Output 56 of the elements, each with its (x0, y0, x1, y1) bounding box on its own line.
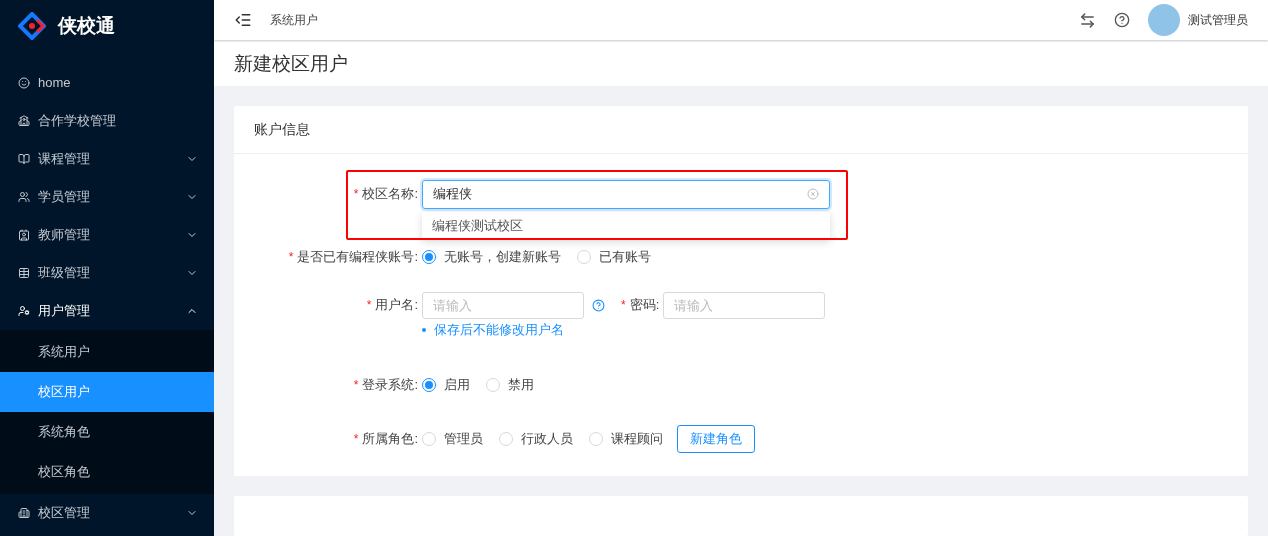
sidebar-item[interactable]: 教师管理 (0, 216, 214, 254)
user-avatar[interactable] (1148, 4, 1180, 37)
field-label: 是否已有编程侠账号: (297, 248, 418, 267)
people-icon (18, 191, 30, 203)
school-icon (18, 115, 30, 127)
submenu-item[interactable]: 校区角色 (0, 452, 214, 492)
help-icon[interactable] (592, 298, 605, 312)
smile-icon (18, 77, 30, 89)
book-icon (18, 153, 30, 165)
required-mark: * (353, 377, 359, 394)
radio-option[interactable]: 管理员 (422, 429, 483, 449)
logo-icon (18, 12, 46, 40)
table-icon (18, 267, 30, 279)
required-mark: * (288, 249, 294, 266)
field-label: 用户名: (375, 296, 418, 315)
field-label: 登录系统: (362, 376, 418, 395)
sidebar-item[interactable]: 班级管理 (0, 254, 214, 292)
required-mark: * (621, 297, 626, 314)
sidebar-item[interactable]: 用户管理 (0, 292, 214, 330)
required-mark: * (366, 297, 372, 314)
clear-icon[interactable] (807, 188, 819, 200)
radio-option[interactable]: 启用 (422, 375, 470, 395)
sidebar-item[interactable]: 合作学校管理 (0, 102, 214, 140)
sidebar-item[interactable]: 校区管理 (0, 494, 214, 532)
password-field[interactable]: 请输入 (663, 291, 826, 319)
radio-option[interactable]: 已有账号 (577, 247, 651, 267)
submenu-item[interactable]: 系统角色 (0, 412, 214, 452)
radio-option[interactable]: 禁用 (486, 375, 534, 395)
suggestion-item[interactable]: 编程侠测试校区 (422, 212, 830, 240)
radio-button[interactable] (422, 250, 436, 264)
hint-text: 保存后不能修改用户名 (434, 321, 564, 340)
field-label: 校区名称: (362, 185, 418, 204)
sidebar-item[interactable]: 课程管理 (0, 140, 214, 178)
field-label: 密码: (629, 296, 660, 315)
submenu-item[interactable]: 系统用户 (0, 332, 214, 372)
user-gear-icon (18, 305, 30, 317)
building-icon (18, 507, 30, 519)
sidebar-item[interactable]: home (0, 64, 214, 102)
breadcrumb[interactable]: 系统用户 (270, 11, 318, 30)
page-title: 新建校区用户 (234, 51, 348, 76)
input-field[interactable]: 编程侠 (422, 179, 830, 209)
swap-icon[interactable] (1079, 11, 1096, 29)
field-label: 所属角色: (362, 430, 418, 449)
radio-button[interactable] (422, 378, 436, 392)
card-title: 账户信息 (254, 120, 310, 139)
help-icon[interactable] (1114, 12, 1130, 29)
radio-option[interactable]: 行政人员 (499, 429, 573, 449)
required-mark: * (353, 431, 359, 448)
app-logo-text: 侠校通 (58, 13, 115, 38)
required-mark: * (353, 186, 359, 203)
user-name[interactable]: 测试管理员 (1188, 11, 1248, 30)
radio-option[interactable]: 无账号，创建新账号 (422, 247, 561, 267)
sidebar-item[interactable]: 学员管理 (0, 178, 214, 216)
radio-option[interactable]: 课程顾问 (589, 429, 663, 449)
username-field[interactable]: 请输入 (422, 291, 584, 319)
contact-card-icon (18, 229, 30, 241)
